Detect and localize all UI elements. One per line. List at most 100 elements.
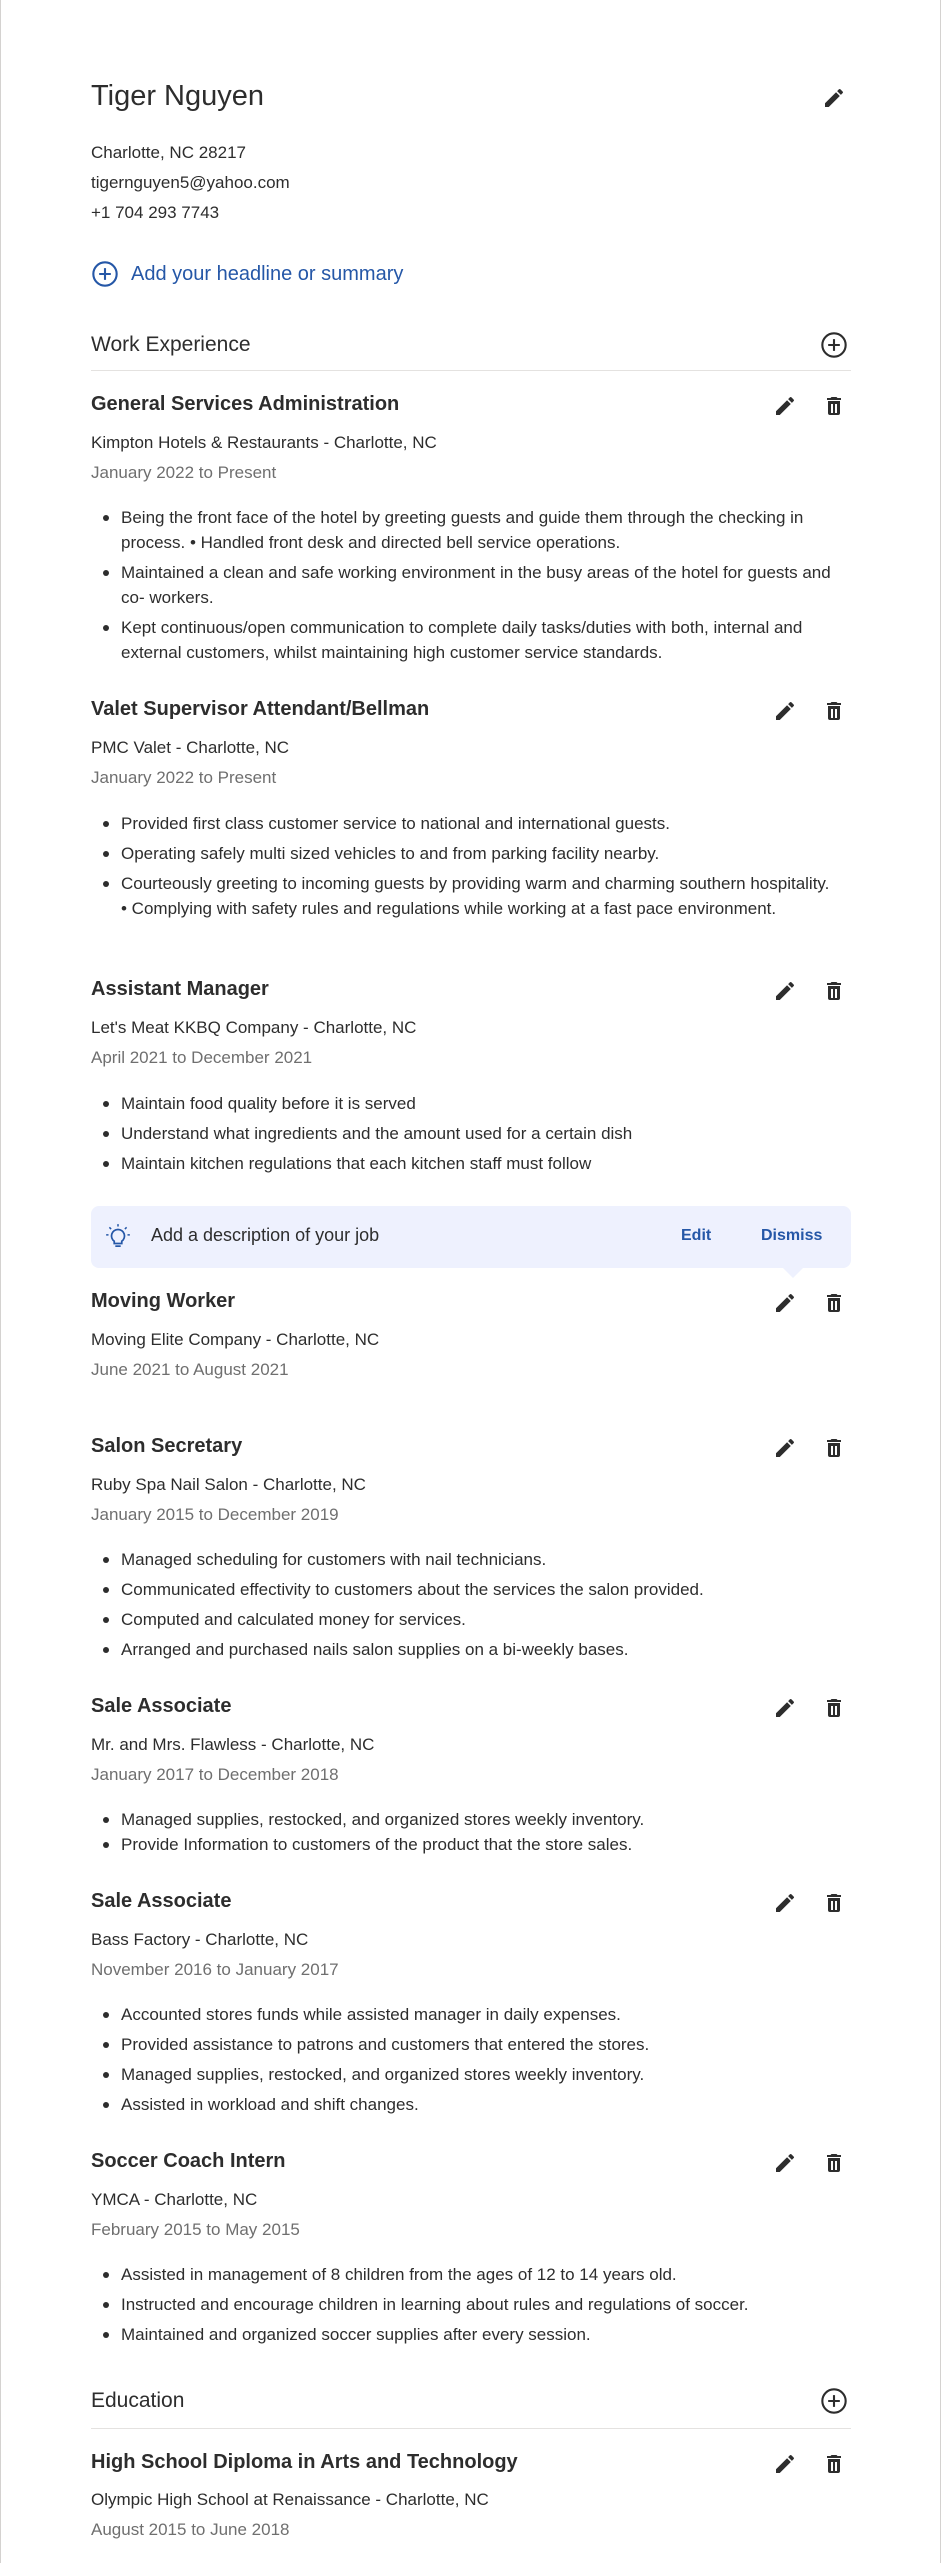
profile-phone: +1 704 293 7743 xyxy=(91,203,220,222)
list-item: Managed supplies, restocked, and organiz… xyxy=(91,1807,831,1832)
list-item: Maintain food quality before it is serve… xyxy=(91,1091,831,1116)
trash-icon xyxy=(827,2455,841,2473)
edit-job-button[interactable] xyxy=(767,693,803,729)
job-description: Managed supplies, restocked, and organiz… xyxy=(91,1807,831,1862)
job-company: Kimpton Hotels & Restaurants - Charlotte… xyxy=(91,433,437,452)
trash-icon xyxy=(827,1894,841,1912)
tip-text: Add a description of your job xyxy=(151,1225,380,1245)
delete-job-button[interactable] xyxy=(816,1430,852,1466)
tip-dismiss-button[interactable]: Dismiss xyxy=(761,1227,822,1245)
list-item: Computed and calculated money for servic… xyxy=(91,1607,831,1632)
section-divider xyxy=(91,2428,851,2429)
list-item: Maintained and organized soccer supplies… xyxy=(91,2322,831,2347)
delete-job-button[interactable] xyxy=(816,1885,852,1921)
add-education-button[interactable] xyxy=(816,2383,852,2419)
job-company: Let's Meat KKBQ Company - Charlotte, NC xyxy=(91,1018,417,1037)
pencil-icon xyxy=(776,1438,795,1457)
delete-job-button[interactable] xyxy=(816,973,852,1009)
job-title: Moving Worker xyxy=(91,1290,236,1312)
trash-icon xyxy=(827,2154,841,2172)
job-description: Assisted in management of 8 children fro… xyxy=(91,2262,831,2352)
pencil-icon xyxy=(776,1698,795,1717)
job-dates: June 2021 to August 2021 xyxy=(91,1360,289,1379)
list-item: Assisted in management of 8 children fro… xyxy=(91,2262,831,2287)
education-heading: Education xyxy=(91,2389,185,2412)
add-headline-link[interactable]: Add your headline or summary xyxy=(91,260,403,288)
list-item: Maintained a clean and safe working envi… xyxy=(91,560,831,610)
trash-icon xyxy=(827,1699,841,1717)
job-company: Mr. and Mrs. Flawless - Charlotte, NC xyxy=(91,1735,375,1754)
job-title: Assistant Manager xyxy=(91,978,269,1000)
job-title: General Services Administration xyxy=(91,393,400,415)
job-title: Soccer Coach Intern xyxy=(91,2150,286,2172)
delete-job-button[interactable] xyxy=(816,2145,852,2181)
list-item: Operating safely multi sized vehicles to… xyxy=(91,841,831,866)
job-company: Moving Elite Company - Charlotte, NC xyxy=(91,1330,380,1349)
job-title: Sale Associate xyxy=(91,1695,232,1717)
plus-circle-icon xyxy=(821,2388,847,2414)
pencil-icon xyxy=(825,88,844,107)
profile-email: tigernguyen5@yahoo.com xyxy=(91,173,290,192)
education-school: Olympic High School at Renaissance - Cha… xyxy=(91,2490,489,2509)
job-dates: January 2017 to December 2018 xyxy=(91,1765,339,1784)
trash-icon xyxy=(827,702,841,720)
pencil-icon xyxy=(776,2454,795,2473)
job-description: Managed scheduling for customers with na… xyxy=(91,1547,831,1667)
add-work-experience-button[interactable] xyxy=(816,327,852,363)
trash-icon xyxy=(827,1439,841,1457)
job-company: YMCA - Charlotte, NC xyxy=(91,2190,258,2209)
job-dates: April 2021 to December 2021 xyxy=(91,1048,313,1067)
trash-icon xyxy=(827,1294,841,1312)
job-dates: February 2015 to May 2015 xyxy=(91,2220,300,2239)
edit-education-button[interactable] xyxy=(767,2446,803,2482)
delete-job-button[interactable] xyxy=(816,1690,852,1726)
job-dates: January 2022 to Present xyxy=(91,463,277,482)
edit-job-button[interactable] xyxy=(767,388,803,424)
delete-job-button[interactable] xyxy=(816,693,852,729)
list-item: Managed supplies, restocked, and organiz… xyxy=(91,2062,831,2087)
list-item: Kept continuous/open communication to co… xyxy=(91,615,831,665)
profile-name: Tiger Nguyen xyxy=(91,80,265,112)
job-dates: January 2015 to December 2019 xyxy=(91,1505,339,1524)
pencil-icon xyxy=(776,396,795,415)
edit-job-button[interactable] xyxy=(767,1885,803,1921)
section-divider xyxy=(91,370,851,371)
delete-job-button[interactable] xyxy=(816,1285,852,1321)
pencil-icon xyxy=(776,981,795,1000)
job-company: Bass Factory - Charlotte, NC xyxy=(91,1930,309,1949)
list-item: Maintain kitchen regulations that each k… xyxy=(91,1151,831,1176)
list-item: Courteously greeting to incoming guests … xyxy=(91,871,831,921)
education-dates: August 2015 to June 2018 xyxy=(91,2520,290,2539)
pencil-icon xyxy=(776,1293,795,1312)
list-item: Arranged and purchased nails salon suppl… xyxy=(91,1637,831,1662)
edit-job-button[interactable] xyxy=(767,1430,803,1466)
job-dates: January 2022 to Present xyxy=(91,768,277,787)
delete-education-button[interactable] xyxy=(816,2446,852,2482)
list-item: Assisted in workload and shift changes. xyxy=(91,2092,831,2117)
add-description-tip: Add a description of your job Edit Dismi… xyxy=(91,1206,851,1278)
tip-pointer xyxy=(783,1268,803,1278)
list-item: Provide Information to customers of the … xyxy=(91,1832,831,1857)
plus-circle-icon xyxy=(821,332,847,358)
add-headline-label: Add your headline or summary xyxy=(131,262,404,285)
edit-profile-button[interactable] xyxy=(816,80,852,116)
list-item: Accounted stores funds while assisted ma… xyxy=(91,2002,831,2027)
tip-edit-button[interactable]: Edit xyxy=(681,1227,711,1245)
work-experience-heading: Work Experience xyxy=(91,333,251,356)
job-description: Being the front face of the hotel by gre… xyxy=(91,505,831,670)
list-item: Managed scheduling for customers with na… xyxy=(91,1547,831,1572)
pencil-icon xyxy=(776,1893,795,1912)
edit-job-button[interactable] xyxy=(767,973,803,1009)
job-title: Sale Associate xyxy=(91,1890,232,1912)
education-title: High School Diploma in Arts and Technolo… xyxy=(91,2451,518,2473)
delete-job-button[interactable] xyxy=(816,388,852,424)
trash-icon xyxy=(827,982,841,1000)
edit-job-button[interactable] xyxy=(767,1690,803,1726)
edit-job-button[interactable] xyxy=(767,2145,803,2181)
job-company: Ruby Spa Nail Salon - Charlotte, NC xyxy=(91,1475,366,1494)
edit-job-button[interactable] xyxy=(767,1285,803,1321)
resume-page: Tiger Nguyen Charlotte, NC 28217 tigerng… xyxy=(0,0,941,2563)
job-title: Salon Secretary xyxy=(91,1435,243,1457)
list-item: Provided first class customer service to… xyxy=(91,811,831,836)
list-item: Provided assistance to patrons and custo… xyxy=(91,2032,831,2057)
